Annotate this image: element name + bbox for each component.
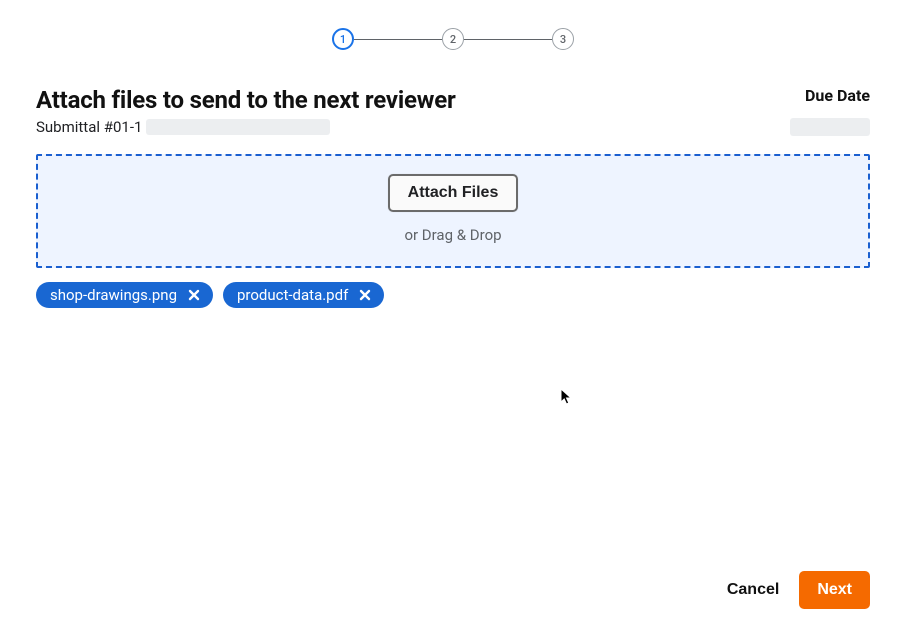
submittal-id-line: Submittal #01-1 bbox=[36, 118, 330, 136]
wizard-stepper: 1 2 3 bbox=[36, 28, 870, 50]
step-2[interactable]: 2 bbox=[442, 28, 464, 50]
step-connector bbox=[354, 39, 442, 40]
step-2-label: 2 bbox=[450, 33, 456, 46]
remove-attachment-button[interactable] bbox=[356, 286, 374, 304]
cancel-button[interactable]: Cancel bbox=[727, 581, 779, 599]
file-dropzone[interactable]: Attach Files or Drag & Drop bbox=[36, 154, 870, 268]
cursor-icon bbox=[560, 388, 574, 406]
attachment-chip: product-data.pdf bbox=[223, 282, 384, 308]
close-icon bbox=[358, 288, 372, 302]
attachment-chip: shop-drawings.png bbox=[36, 282, 213, 308]
page-title: Attach files to send to the next reviewe… bbox=[36, 86, 456, 114]
close-icon bbox=[187, 288, 201, 302]
attachment-name: shop-drawings.png bbox=[50, 286, 177, 304]
next-button[interactable]: Next bbox=[799, 571, 870, 609]
drag-drop-hint: or Drag & Drop bbox=[38, 226, 868, 244]
step-1-label: 1 bbox=[340, 33, 346, 46]
attachment-chip-list: shop-drawings.png product-data.pdf bbox=[36, 282, 870, 308]
step-connector bbox=[464, 39, 552, 40]
submittal-title-skeleton bbox=[146, 119, 330, 135]
step-3[interactable]: 3 bbox=[552, 28, 574, 50]
attach-files-button[interactable]: Attach Files bbox=[388, 174, 519, 212]
step-1[interactable]: 1 bbox=[332, 28, 354, 50]
wizard-footer: Cancel Next bbox=[727, 571, 870, 609]
step-3-label: 3 bbox=[560, 33, 566, 46]
attachment-name: product-data.pdf bbox=[237, 286, 348, 304]
remove-attachment-button[interactable] bbox=[185, 286, 203, 304]
due-date-skeleton bbox=[790, 118, 870, 136]
due-date-label: Due Date bbox=[805, 86, 870, 105]
submittal-prefix: Submittal #01-1 bbox=[36, 118, 142, 136]
